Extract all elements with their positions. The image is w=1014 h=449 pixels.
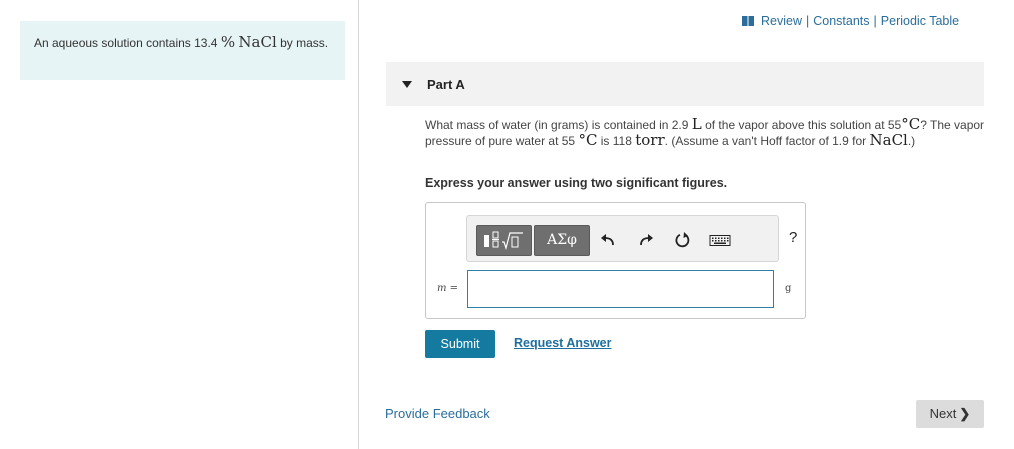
request-answer-link[interactable]: Request Answer [514, 336, 611, 350]
templates-icon [484, 231, 523, 251]
answer-variable-label: m = [437, 283, 458, 294]
next-label: Next [929, 406, 957, 421]
part-title: Part A [427, 77, 465, 92]
variable-symbol: m [437, 283, 447, 294]
context-text: An aqueous solution contains 13.4 [34, 36, 218, 50]
greek-symbols-button[interactable]: ΑΣφ [534, 225, 590, 256]
periodic-table-link[interactable]: Periodic Table [881, 14, 959, 28]
submit-button[interactable]: Submit [425, 330, 495, 358]
review-link[interactable]: Review [761, 14, 802, 28]
next-button[interactable]: Next ❯ [916, 400, 984, 428]
percent-symbol: % [220, 33, 236, 51]
torr-unit: torr [635, 131, 665, 149]
equals-sign: = [449, 283, 459, 294]
constants-link[interactable]: Constants [813, 14, 869, 28]
collapse-caret-icon[interactable] [402, 81, 412, 88]
book-icon [742, 16, 754, 26]
help-button[interactable]: ? [789, 229, 797, 246]
redo-icon[interactable] [637, 232, 655, 248]
question-fragment: of the vapor above this solution at 55 [705, 118, 902, 132]
answer-box: ΑΣφ ? m = g [425, 202, 806, 319]
answer-unit: g [785, 283, 792, 294]
question-fragment: . (Assume a van't Hoff factor of 1.9 for [664, 134, 867, 148]
question-text: What mass of water (in grams) is contain… [425, 117, 985, 149]
context-formula: NaCl [238, 33, 277, 51]
problem-context-panel: An aqueous solution contains 13.4 % NaCl… [20, 21, 345, 80]
part-a-header[interactable]: Part A [386, 62, 984, 106]
templates-button[interactable] [476, 225, 532, 256]
keyboard-icon[interactable] [709, 232, 731, 248]
liter-unit: L [691, 115, 702, 133]
celsius-unit: °C [578, 131, 598, 149]
chevron-right-icon: ❯ [959, 406, 971, 421]
link-separator: | [873, 14, 877, 28]
question-fragment: What mass of water (in grams) is contain… [425, 118, 689, 132]
question-fragment: is 118 [600, 134, 632, 148]
link-separator: | [806, 14, 810, 28]
reset-icon[interactable] [674, 232, 692, 248]
context-text-after: by mass. [280, 36, 329, 50]
undo-icon[interactable] [599, 232, 617, 248]
answer-instruction: Express your answer using two significan… [425, 176, 728, 190]
nacl-formula: NaCl [869, 131, 908, 149]
math-toolbar: ΑΣφ ? [466, 215, 797, 262]
question-fragment: .) [907, 134, 916, 148]
answer-input[interactable] [467, 270, 774, 308]
provide-feedback-link[interactable]: Provide Feedback [385, 406, 490, 421]
resource-links: Review | Constants | Periodic Table [742, 14, 959, 28]
column-divider [358, 0, 359, 449]
